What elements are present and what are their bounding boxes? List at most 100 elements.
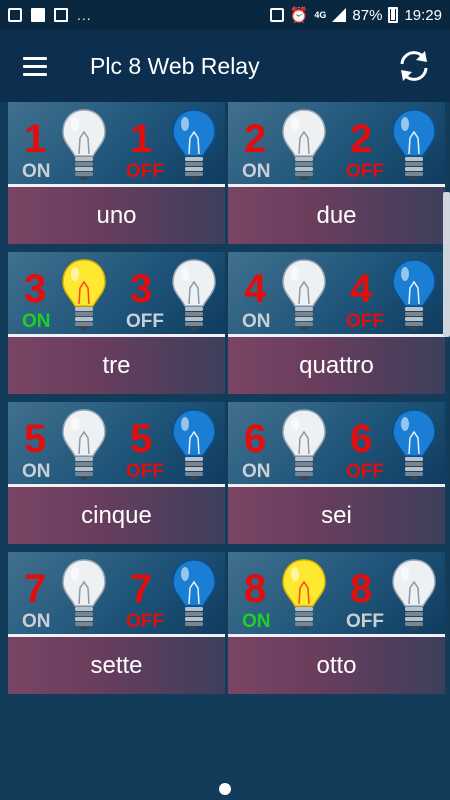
relay-name[interactable]: cinque: [8, 487, 225, 544]
blue-bulb-icon: [390, 258, 438, 330]
refresh-icon[interactable]: [378, 30, 450, 102]
off-label: OFF: [346, 461, 384, 482]
relay-off-button[interactable]: 6 OFF: [336, 402, 445, 484]
relay-off-button[interactable]: 2 OFF: [336, 102, 445, 184]
on-label: ON: [242, 311, 271, 332]
relay-number: 1: [130, 117, 153, 161]
off-label: OFF: [126, 611, 164, 632]
relay-tile: 3 ON 3 OFF tre: [8, 252, 225, 394]
clock: 19:29: [404, 6, 442, 24]
signal-icon: [332, 8, 347, 22]
screenshot-icon: [269, 8, 284, 22]
relay-number: 3: [130, 267, 153, 311]
relay-name[interactable]: quattro: [228, 337, 445, 394]
relay-number: 5: [24, 417, 47, 461]
battery-percent: 87%: [352, 6, 383, 24]
relay-tile: 4 ON 4 OFF quattro: [228, 252, 445, 394]
relay-tile: 1 ON 1 OFF uno: [8, 102, 225, 244]
white-bulb-icon: [390, 558, 438, 630]
on-label: ON: [22, 311, 51, 332]
alarm-icon: ⏰: [289, 7, 309, 24]
relay-controls: 1 ON 1 OFF: [8, 102, 225, 184]
relay-controls: 2 ON 2 OFF: [228, 102, 445, 184]
relay-name[interactable]: otto: [228, 637, 445, 694]
more-notifications: ...: [77, 7, 92, 23]
relay-number: 4: [350, 267, 373, 311]
app-title: Plc 8 Web Relay: [90, 52, 260, 79]
relay-name[interactable]: tre: [8, 337, 225, 394]
white-bulb-icon: [60, 408, 108, 480]
on-label: ON: [22, 461, 51, 482]
relay-controls: 4 ON 4 OFF: [228, 252, 445, 334]
off-label: OFF: [126, 461, 164, 482]
relay-on-button[interactable]: 2 ON: [228, 102, 336, 184]
white-bulb-icon: [280, 408, 328, 480]
scrollbar[interactable]: [443, 192, 450, 337]
relay-on-button[interactable]: 8 ON: [228, 552, 336, 634]
off-label: OFF: [346, 161, 384, 182]
relay-controls: 5 ON 5 OFF: [8, 402, 225, 484]
gmail-icon: [54, 8, 68, 22]
relay-on-button[interactable]: 6 ON: [228, 402, 336, 484]
notification-app-icon: [8, 8, 22, 22]
relay-tile: 5 ON 5 OFF cinque: [8, 402, 225, 544]
off-label: OFF: [346, 611, 384, 632]
lit-bulb-icon: [280, 558, 328, 630]
relay-name[interactable]: sette: [8, 637, 225, 694]
relay-number: 8: [350, 567, 373, 611]
relay-controls: 3 ON 3 OFF: [8, 252, 225, 334]
relay-on-button[interactable]: 4 ON: [228, 252, 336, 334]
white-bulb-icon: [280, 108, 328, 180]
relay-on-button[interactable]: 7 ON: [8, 552, 116, 634]
relay-controls: 8 ON 8 OFF: [228, 552, 445, 634]
relay-number: 5: [130, 417, 153, 461]
relay-number: 7: [24, 567, 47, 611]
white-bulb-icon: [280, 258, 328, 330]
relay-number: 6: [244, 417, 267, 461]
white-bulb-icon: [60, 108, 108, 180]
flipboard-icon: [31, 8, 45, 22]
relay-off-button[interactable]: 8 OFF: [336, 552, 445, 634]
network-type: 4G: [314, 10, 327, 20]
relay-on-button[interactable]: 5 ON: [8, 402, 116, 484]
lit-bulb-icon: [60, 258, 108, 330]
relay-number: 6: [350, 417, 373, 461]
relay-on-button[interactable]: 1 ON: [8, 102, 116, 184]
relay-controls: 7 ON 7 OFF: [8, 552, 225, 634]
relay-number: 2: [350, 117, 373, 161]
relay-tile: 8 ON 8 OFF otto: [228, 552, 445, 694]
relay-off-button[interactable]: 5 OFF: [116, 402, 225, 484]
relay-off-button[interactable]: 1 OFF: [116, 102, 225, 184]
blue-bulb-icon: [170, 108, 218, 180]
off-label: OFF: [126, 161, 164, 182]
relay-name[interactable]: sei: [228, 487, 445, 544]
blue-bulb-icon: [390, 108, 438, 180]
blue-bulb-icon: [170, 408, 218, 480]
relay-off-button[interactable]: 4 OFF: [336, 252, 445, 334]
relay-off-button[interactable]: 3 OFF: [116, 252, 225, 334]
off-label: OFF: [126, 311, 164, 332]
white-bulb-icon: [60, 558, 108, 630]
relay-number: 7: [130, 567, 153, 611]
off-label: OFF: [346, 311, 384, 332]
hamburger-menu-icon[interactable]: [0, 30, 70, 102]
relay-number: 8: [244, 567, 267, 611]
white-bulb-icon: [170, 258, 218, 330]
relay-on-button[interactable]: 3 ON: [8, 252, 116, 334]
on-label: ON: [242, 161, 271, 182]
blue-bulb-icon: [170, 558, 218, 630]
relay-tile: 2 ON 2 OFF due: [228, 102, 445, 244]
battery-icon: [388, 7, 399, 23]
relay-controls: 6 ON 6 OFF: [228, 402, 445, 484]
relay-tile: 6 ON 6 OFF sei: [228, 402, 445, 544]
relay-number: 4: [244, 267, 267, 311]
relay-name[interactable]: due: [228, 187, 445, 244]
relay-off-button[interactable]: 7 OFF: [116, 552, 225, 634]
relay-number: 2: [244, 117, 267, 161]
relay-name[interactable]: uno: [8, 187, 225, 244]
relay-tile: 7 ON 7 OFF sette: [8, 552, 225, 694]
on-label: ON: [22, 161, 51, 182]
on-label: ON: [242, 461, 271, 482]
on-label: ON: [22, 611, 51, 632]
on-label: ON: [242, 611, 271, 632]
